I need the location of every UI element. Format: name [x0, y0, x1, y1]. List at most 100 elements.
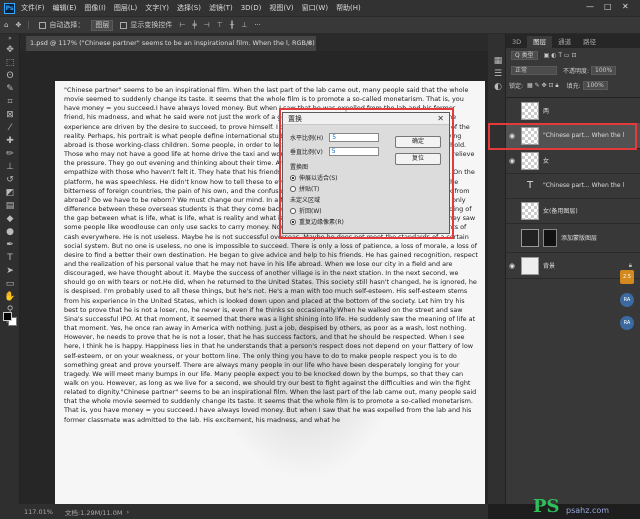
tab-paths[interactable]: 路径	[577, 36, 602, 48]
frame-tool-icon[interactable]: ⊠	[0, 108, 20, 121]
version-badge[interactable]: 2.5	[620, 270, 634, 284]
rectangle-tool-icon[interactable]: ▭	[0, 277, 20, 290]
text-layer-icon: T	[526, 179, 534, 191]
photoshop-logo: Ps	[4, 2, 15, 14]
move-tool-icon[interactable]: ✥	[0, 43, 20, 56]
fill-input[interactable]: 100%	[582, 81, 608, 90]
close-tab-icon[interactable]: ×	[307, 36, 312, 51]
plugin-badge[interactable]: RA	[620, 316, 634, 330]
auto-select-dropdown[interactable]: 图层	[91, 19, 114, 31]
quick-select-tool-icon[interactable]: ✎	[0, 82, 20, 95]
menu-filter[interactable]: 滤镜(T)	[209, 3, 233, 13]
lock-icon: 🔒︎	[628, 261, 632, 269]
align-top-icon[interactable]: ⊤	[217, 21, 223, 29]
layer-thumbnail	[521, 101, 539, 120]
layer-thumbnail	[521, 228, 539, 247]
show-transform-checkbox[interactable]	[120, 21, 128, 29]
pen-tool-icon[interactable]: ✒	[0, 238, 20, 251]
menu-type[interactable]: 文字(Y)	[145, 3, 169, 13]
close-window-button[interactable]: ✕	[622, 2, 629, 11]
history-brush-icon[interactable]: ↺	[0, 173, 20, 186]
brush-tool-icon[interactable]: ✏	[0, 147, 20, 160]
align-left-icon[interactable]: ⊢	[179, 21, 185, 29]
more-options-icon[interactable]: ···	[254, 21, 261, 29]
show-transform-label: 显示变换控件	[130, 21, 173, 29]
layer-row[interactable]: 两	[506, 98, 640, 124]
align-bottom-icon[interactable]: ⊥	[241, 21, 247, 29]
crop-tool-icon[interactable]: ⌗	[0, 95, 20, 108]
healing-brush-icon[interactable]: ✚	[0, 134, 20, 147]
marquee-tool-icon[interactable]: ⬚	[0, 56, 20, 69]
zoom-level[interactable]: 117.01%	[24, 508, 53, 516]
eye-icon[interactable]: ◉	[506, 262, 518, 270]
menu-layer[interactable]: 图层(L)	[114, 3, 137, 13]
menu-image[interactable]: 图像(I)	[84, 3, 106, 13]
plugin-badge[interactable]: RA	[620, 293, 634, 307]
move-tool-icon[interactable]: ✥	[15, 21, 21, 29]
document-tab-bar: 1.psd @ 117% ("Chinese partner" seems to…	[20, 34, 488, 51]
history-panel-icon[interactable]: ▦	[488, 54, 508, 67]
blend-mode-dropdown[interactable]: 正常	[511, 66, 557, 75]
auto-select-checkbox[interactable]	[39, 21, 47, 29]
document-size-info[interactable]: 文档:1.29M/11.0M	[65, 507, 123, 517]
layer-kind-filter[interactable]: Q 类型	[511, 51, 538, 60]
dodge-tool-icon[interactable]: ●	[0, 225, 20, 238]
tab-3d[interactable]: 3D	[506, 36, 527, 48]
lock-icons[interactable]: ▦ ✎ ✥ ⊡ 🔒︎	[527, 82, 559, 90]
eraser-tool-icon[interactable]: ◩	[0, 186, 20, 199]
gradient-tool-icon[interactable]: ▤	[0, 199, 20, 212]
selected-layer-highlight-box	[488, 123, 637, 150]
expand-arrow-icon[interactable]: ›	[126, 508, 129, 516]
layer-name: 女(备用图层)	[543, 208, 578, 215]
menu-window[interactable]: 窗口(W)	[302, 3, 328, 13]
document-tab[interactable]: 1.psd @ 117% ("Chinese partner" seems to…	[26, 36, 316, 51]
layer-row[interactable]: 女(备用图层)	[506, 198, 640, 224]
home-icon[interactable]: ⌂	[4, 21, 8, 29]
layer-thumbnail	[521, 151, 539, 170]
menu-select[interactable]: 选择(S)	[177, 3, 201, 13]
align-center-icon[interactable]: ╪	[192, 21, 196, 29]
panel-icon-strip: ▦ ☰ ◐	[488, 34, 506, 504]
layer-name: 女	[543, 158, 550, 165]
collapse-toolbar-icon[interactable]: »	[0, 34, 20, 43]
minimize-button[interactable]: —	[586, 2, 594, 11]
align-right-icon[interactable]: ⊣	[204, 21, 210, 29]
opacity-input[interactable]: 100%	[591, 66, 617, 75]
properties-panel-icon[interactable]: ☰	[488, 67, 508, 80]
eyedropper-tool-icon[interactable]: ⁄	[0, 121, 20, 134]
menu-3d[interactable]: 3D(D)	[241, 4, 262, 12]
adjustments-panel-icon[interactable]: ◐	[488, 80, 508, 93]
layer-row[interactable]: ◉ 女	[506, 148, 640, 174]
blur-tool-icon[interactable]: ◆	[0, 212, 20, 225]
tab-layers[interactable]: 图层	[527, 36, 553, 48]
fill-label: 填充:	[566, 83, 581, 90]
layer-row[interactable]: 添加蒙版图层	[506, 223, 640, 253]
lasso-tool-icon[interactable]: ʘ	[0, 69, 20, 82]
menu-help[interactable]: 帮助(H)	[336, 3, 361, 13]
dialog-highlight-box	[279, 108, 454, 239]
menu-edit[interactable]: 编辑(E)	[53, 3, 77, 13]
auto-select-label: 自动选择：	[49, 21, 85, 29]
status-bar: 117.01% 文档:1.29M/11.0M ›	[0, 504, 488, 519]
layer-name: 添加蒙版图层	[561, 235, 598, 242]
layer-thumbnail	[521, 256, 539, 275]
menu-view[interactable]: 视图(V)	[269, 3, 293, 13]
hand-tool-icon[interactable]: ✋	[0, 290, 20, 303]
type-tool-icon[interactable]: T	[0, 251, 20, 264]
layer-options: Q 类型 ▣ ◐ T ▭ ⊡ 正常 不透明度: 100% 锁定: ▦ ✎ ✥ ⊡…	[506, 48, 640, 98]
watermark-logo: PS	[533, 496, 560, 517]
align-middle-icon[interactable]: ╫	[230, 21, 234, 29]
tab-channels[interactable]: 通道	[552, 36, 577, 48]
menu-file[interactable]: 文件(F)	[21, 3, 45, 13]
filter-icons[interactable]: ▣ ◐ T ▭ ⊡	[544, 52, 577, 59]
maximize-button[interactable]: □	[604, 2, 612, 11]
layer-mask-thumbnail[interactable]	[543, 228, 557, 247]
foreground-color-swatch[interactable]	[3, 312, 12, 321]
eye-icon[interactable]: ◉	[506, 157, 518, 165]
clone-stamp-icon[interactable]: ⊥	[0, 160, 20, 173]
layer-name: "Chinese part... When the l	[543, 182, 625, 189]
document-tab-title: 1.psd @ 117% ("Chinese partner" seems to…	[30, 39, 316, 47]
path-select-icon[interactable]: ➤	[0, 264, 20, 277]
layer-row[interactable]: T "Chinese part... When the l	[506, 173, 640, 199]
options-bar: ⌂ ✥ 自动选择： 图层 显示变换控件 ⊢ ╪ ⊣ ⊤ ╫ ⊥ ···	[0, 16, 640, 34]
